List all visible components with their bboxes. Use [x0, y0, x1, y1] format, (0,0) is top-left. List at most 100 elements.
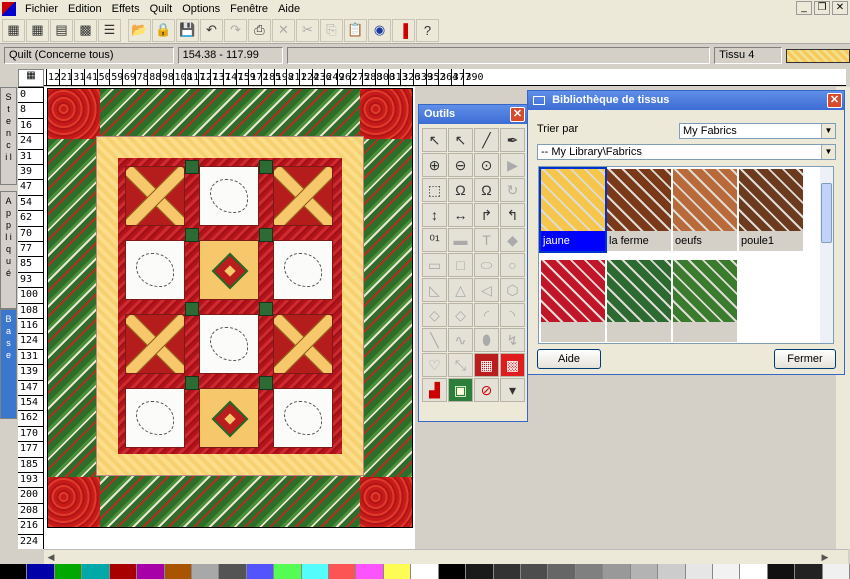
menu-effets[interactable]: Effets: [107, 3, 145, 15]
magnet-icon[interactable]: Ω: [448, 178, 473, 202]
rotate-icon[interactable]: ↻: [500, 178, 525, 202]
palette-color[interactable]: [438, 564, 467, 579]
circle-icon[interactable]: ○: [500, 253, 525, 277]
sort-select[interactable]: My Fabrics ▼: [679, 123, 836, 139]
palette-color[interactable]: [795, 564, 823, 579]
curve-icon[interactable]: ∿: [448, 328, 473, 352]
help-button[interactable]: Aide: [537, 349, 601, 369]
palette-color[interactable]: [822, 564, 850, 579]
menu-edition[interactable]: Edition: [63, 3, 107, 15]
paste-icon[interactable]: 📋: [344, 18, 367, 42]
quilt-block-drawing[interactable]: [273, 240, 333, 300]
hexagon-icon[interactable]: ⬡: [500, 278, 525, 302]
menu-aide[interactable]: Aide: [273, 3, 305, 15]
palette-color[interactable]: [27, 564, 55, 579]
chevron-down-icon[interactable]: ▼: [821, 145, 835, 159]
globe-icon[interactable]: ◉: [368, 18, 391, 42]
palette-color[interactable]: [54, 564, 83, 579]
palette-color[interactable]: [740, 564, 768, 579]
no-fabric-icon[interactable]: ⊘: [474, 378, 499, 402]
rectangle-icon[interactable]: ▭: [422, 253, 447, 277]
leaf-icon[interactable]: ◇: [448, 303, 473, 327]
palette-color[interactable]: [109, 564, 138, 579]
quilt-block-cross[interactable]: [125, 166, 185, 226]
palette-color[interactable]: [575, 564, 604, 579]
pentagon-left-icon[interactable]: ◁: [474, 278, 499, 302]
redo-icon[interactable]: ↷: [224, 18, 247, 42]
new-grid-icon[interactable]: ▦: [2, 18, 25, 42]
palette-color[interactable]: [274, 564, 302, 579]
tab-base[interactable]: B a s e: [0, 309, 17, 419]
eyedropper-icon[interactable]: ✒: [500, 128, 525, 152]
palette-color[interactable]: [246, 564, 275, 579]
magnet-alt-icon[interactable]: Ω: [474, 178, 499, 202]
fabric-thumbnail[interactable]: jaune: [539, 167, 607, 253]
palette-color[interactable]: [219, 564, 247, 579]
palette-color[interactable]: [82, 564, 110, 579]
quilt-block-drawing[interactable]: [199, 314, 259, 374]
square-icon[interactable]: □: [448, 253, 473, 277]
vase-icon[interactable]: ⬮: [474, 328, 499, 352]
restore-icon[interactable]: ❐: [814, 1, 830, 15]
palette-color[interactable]: [548, 564, 576, 579]
color-pencil-icon[interactable]: ▐: [392, 18, 415, 42]
fabric-thumbnail[interactable]: [673, 260, 737, 342]
palette-color[interactable]: [603, 564, 631, 579]
ruler-corner-icon[interactable]: ▦: [18, 69, 44, 87]
palette-color[interactable]: [493, 564, 522, 579]
grid-icon[interactable]: ▦: [26, 18, 49, 42]
save-icon[interactable]: 💾: [176, 18, 199, 42]
brush-icon[interactable]: ╱: [474, 128, 499, 152]
quarter-circle-icon[interactable]: ◜: [474, 303, 499, 327]
color-menu-icon[interactable]: ▾: [500, 378, 525, 402]
zoom-out-icon[interactable]: ⊖: [448, 153, 473, 177]
menu-options[interactable]: Options: [177, 3, 225, 15]
quilt-block-cross[interactable]: [273, 314, 333, 374]
horizontal-scrollbar[interactable]: ◀ ▶: [44, 549, 848, 564]
scroll-left-icon[interactable]: ◀: [44, 551, 58, 564]
save-all-icon[interactable]: 🔒: [152, 18, 175, 42]
measure-icon[interactable]: ⁰¹: [422, 228, 447, 252]
palette-color[interactable]: [383, 564, 412, 579]
border-icon[interactable]: ☰: [98, 18, 121, 42]
menu-fichier[interactable]: Fichier: [20, 3, 63, 15]
tab-applique[interactable]: A p p l i q u é: [0, 191, 17, 309]
horizontal-resize-icon[interactable]: ↔: [448, 203, 473, 227]
corner-left-icon[interactable]: ↰: [500, 203, 525, 227]
palette-color[interactable]: [767, 564, 796, 579]
bent-arrow-icon[interactable]: ↯: [500, 328, 525, 352]
corner-right-icon[interactable]: ↱: [474, 203, 499, 227]
app-icon[interactable]: [2, 1, 16, 16]
palette-color[interactable]: [658, 564, 686, 579]
palette-color[interactable]: [411, 564, 439, 579]
palette-color[interactable]: [137, 564, 165, 579]
fabric-thumbnail[interactable]: la ferme: [607, 169, 671, 251]
tab-stencil[interactable]: S t e n c i l: [0, 87, 17, 185]
line-icon[interactable]: ╲: [422, 328, 447, 352]
chevron-down-icon[interactable]: ▼: [821, 124, 835, 138]
fabric-thumbnail[interactable]: oeufs: [673, 169, 737, 251]
library-path-select[interactable]: -- My Library\Fabrics ▼: [537, 144, 836, 160]
palette-color[interactable]: [191, 564, 220, 579]
quilt-block-diamond[interactable]: [199, 240, 259, 300]
expand-icon[interactable]: ⤡: [448, 353, 473, 377]
pointer-icon[interactable]: ▶: [500, 153, 525, 177]
tools-close-icon[interactable]: ✕: [510, 107, 525, 122]
palette-color[interactable]: [466, 564, 494, 579]
current-fabric-swatch[interactable]: [786, 48, 850, 63]
quilt-block-drawing[interactable]: [125, 240, 185, 300]
fabric-thumbnail[interactable]: [607, 260, 671, 342]
palette-color[interactable]: [630, 564, 659, 579]
quilt-block-drawing[interactable]: [273, 388, 333, 448]
palette-color[interactable]: [0, 564, 28, 579]
palette-color[interactable]: [685, 564, 713, 579]
zoom-in-icon[interactable]: ⊕: [422, 153, 447, 177]
quilt-block-diamond[interactable]: [199, 388, 259, 448]
lens-icon[interactable]: ◇: [422, 303, 447, 327]
select-arrow-icon[interactable]: ↖: [422, 128, 447, 152]
tools-title-bar[interactable]: Outils ✕: [419, 105, 527, 124]
fabric-library-close-icon[interactable]: ✕: [827, 93, 842, 108]
palette-color[interactable]: [712, 564, 741, 579]
ruler-icon[interactable]: ▬: [448, 228, 473, 252]
pieced-grid-icon[interactable]: ▩: [74, 18, 97, 42]
